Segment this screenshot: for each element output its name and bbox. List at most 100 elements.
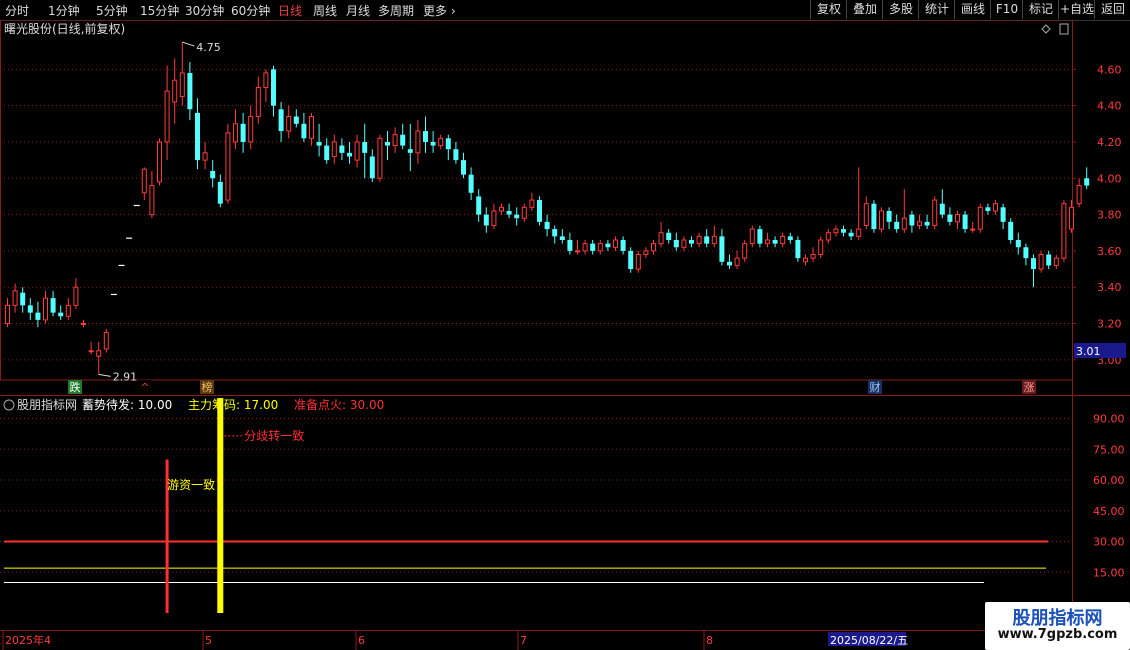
candle-body-86 [658,232,664,245]
candle-body-113 [863,203,869,226]
candle-body-11 [88,350,94,353]
date-axis-label: 7 [520,634,527,647]
current-price-tag: 3.01 [1076,345,1101,358]
candle-body-136 [1038,254,1044,270]
candle-body-106 [810,254,816,259]
high-marker-label: 4.75 [196,41,221,54]
candle-body-129 [985,207,991,211]
date-axis-label: 8 [706,634,713,647]
date-axis-label: 5 [205,634,212,647]
price-axis-label: 3.80 [1097,209,1122,222]
candle-body-13 [103,332,109,350]
timeframe-3[interactable]: 15分钟 [140,2,179,19]
timeframe-6[interactable]: 日线 [278,2,302,19]
candle-body-46 [354,141,360,161]
candle-body-51 [392,134,398,147]
candle-body-138 [1053,257,1059,266]
event-marker-1: ^ [140,381,149,394]
candle-body-54 [415,130,421,154]
candle-body-135 [1031,258,1036,270]
candle-body-100 [765,239,770,245]
candle-body-104 [795,240,801,259]
price-axis-label: 4.60 [1097,63,1122,76]
candle-body-41 [316,141,322,146]
candle-body-81 [620,240,626,251]
candle-body-1 [12,290,18,306]
candle-body-48 [369,156,375,179]
candle-body-69 [529,199,535,208]
timeframe-1[interactable]: 1分钟 [48,2,80,19]
indicator-param-2: 准备点火: 30.00 [294,398,384,412]
event-marker-4: 涨 [1024,381,1035,394]
toolbar-button-7[interactable]: +自选 [1058,0,1095,19]
price-axis-label: 4.00 [1097,172,1122,185]
candle-body-75 [575,250,580,253]
candle-body-125 [955,214,960,223]
candle-body-49 [377,137,383,179]
candle-body-22 [172,79,178,103]
candle-body-65 [499,206,504,212]
candle-body-7 [58,312,64,317]
watermark-line2: www.7gpzb.com [997,627,1118,642]
timeframe-7[interactable]: 周线 [313,2,337,19]
candle-body-20 [157,141,162,183]
low-marker-label: 2.91 [113,370,138,383]
candle-body-63 [483,214,489,226]
candle-body-56 [430,141,436,146]
toolbar-button-4[interactable]: 画线 [954,0,991,19]
candle-body-105 [803,257,808,263]
candle-body-59 [453,149,459,161]
timeframe-2[interactable]: 5分钟 [96,2,128,19]
indicator-collapse-icon[interactable] [3,399,15,411]
toolbar-button-1[interactable]: 叠加 [846,0,883,19]
diamond-icon[interactable] [1041,24,1051,34]
timeframe-9[interactable]: 多周期 [378,2,414,19]
candle-body-23 [179,72,185,98]
panel-toggle-icon[interactable] [1059,23,1069,35]
candle-body-34 [263,72,269,88]
price-axis-label: 3.20 [1097,318,1122,331]
candle-body-142 [1084,178,1090,186]
candle-body-115 [879,210,884,230]
timeframe-8[interactable]: 月线 [346,2,370,19]
candle-body-26 [202,152,208,161]
candle-body-79 [605,243,611,248]
candle-body-21 [164,90,170,143]
candle-body-128 [977,206,983,230]
candle-body-45 [347,152,352,157]
candle-body-80 [613,239,618,248]
candle-body-76 [582,243,588,252]
price-axis-label: 4.20 [1097,136,1122,149]
candle-body-126 [962,214,968,230]
candle-body-55 [423,131,428,142]
candle-body-57 [438,137,444,147]
candle-body-8 [65,304,71,317]
candle-body-31 [240,123,246,142]
candle-body-99 [757,229,763,244]
toolbar-button-0[interactable]: 复权 [810,0,847,19]
indicator-axis-label: 60.00 [1093,474,1125,487]
indicator-axis-label: 90.00 [1093,413,1125,426]
event-marker-0: 跌 [70,380,81,394]
toolbar-button-8[interactable]: 返回 [1094,0,1130,19]
annotation-0: 分歧转一致 [244,428,304,443]
candle-body-114 [871,203,877,230]
candle-body-118 [901,217,907,230]
indicator-name: 股朋指标网 [17,397,77,412]
candle-body-60 [461,160,466,175]
candle-body-64 [491,210,497,226]
timeframe-5[interactable]: 60分钟 [231,2,270,19]
main-chart-svg: 4.604.404.204.003.803.603.403.203.003.01… [0,20,1130,650]
timeframe-0[interactable]: 分时 [5,2,29,19]
candle-body-82 [628,250,634,270]
candle-body-109 [833,228,839,234]
timeframe-10[interactable]: 更多 › [423,2,456,19]
signal-bar-1 [217,398,224,613]
toolbar-button-6[interactable]: 标记 [1022,0,1059,19]
toolbar-button-3[interactable]: 统计 [918,0,955,19]
toolbar-button-5[interactable]: F10 [990,0,1023,19]
timeframe-4[interactable]: 30分钟 [185,2,224,19]
candle-body-37 [286,116,292,132]
candle-body-9 [73,286,79,306]
toolbar-button-2[interactable]: 多股 [882,0,919,19]
